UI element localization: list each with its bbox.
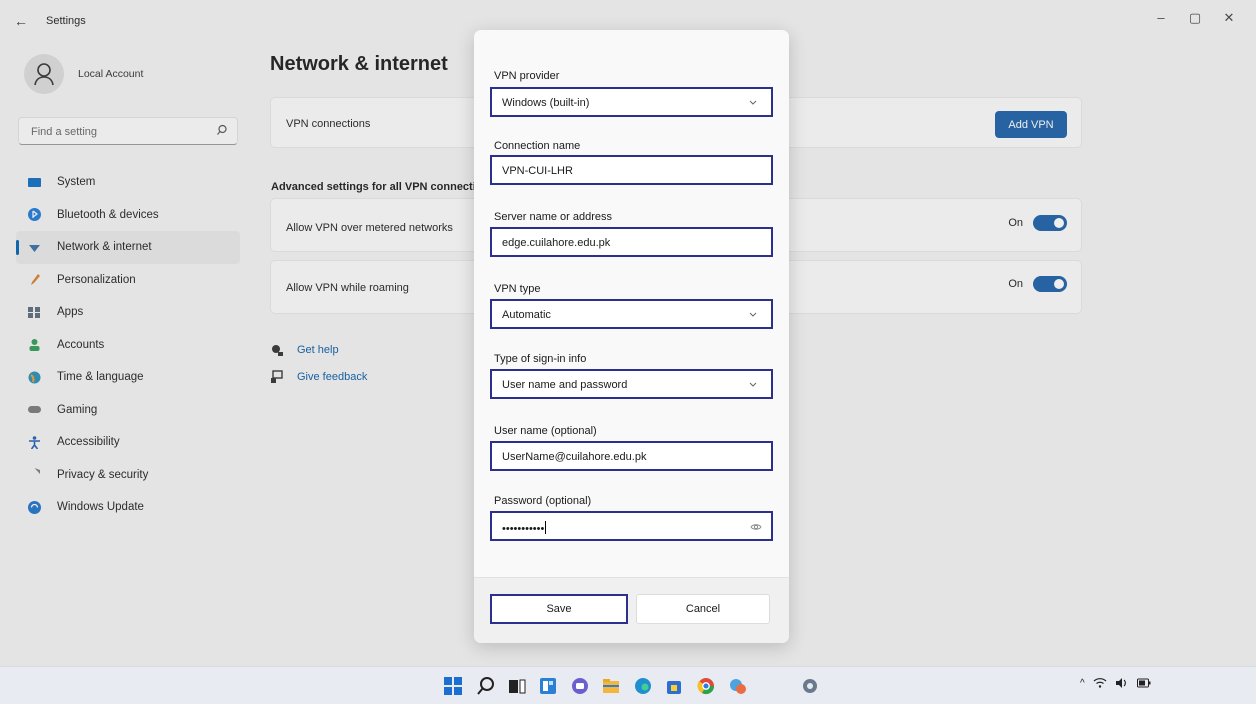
file-explorer-icon[interactable] [601,676,621,696]
settings-icon[interactable] [800,676,820,696]
password-input[interactable]: ••••••••••• [490,511,773,541]
vpn-type-label: VPN type [494,283,541,295]
widgets-icon[interactable] [538,676,558,696]
cancel-button[interactable]: Cancel [636,594,770,624]
search-icon[interactable] [476,676,496,696]
start-icon[interactable] [443,676,463,696]
password-label: Password (optional) [494,495,592,507]
connection-name-value: VPN-CUI-LHR [502,165,573,177]
username-input[interactable]: UserName@cuilahore.edu.pk [490,441,773,471]
connection-name-label: Connection name [494,140,581,152]
store-icon[interactable] [664,676,684,696]
signin-type-label: Type of sign-in info [494,353,587,365]
tray-chevron[interactable]: ^ [1080,678,1085,689]
chevron-down-icon [749,100,757,105]
vpn-provider-value: Windows (built-in) [502,97,590,109]
chat-icon[interactable] [570,676,590,696]
add-vpn-dialog: VPN provider Windows (built-in) Connecti… [474,30,789,643]
edge-icon[interactable] [633,676,653,696]
server-value: edge.cuilahore.edu.pk [502,237,611,249]
dialog-footer: Save Cancel [474,577,789,643]
server-input[interactable]: edge.cuilahore.edu.pk [490,227,773,257]
app-icon[interactable] [728,676,748,696]
task-view-icon[interactable] [507,676,527,696]
volume-icon[interactable] [1115,677,1129,689]
chevron-down-icon [749,382,757,387]
signin-type-select[interactable]: User name and password [490,369,773,399]
password-value: ••••••••••• [502,521,547,535]
password-dots: ••••••••••• [502,523,545,535]
vpn-type-value: Automatic [502,309,551,321]
battery-icon[interactable] [1136,678,1151,688]
wifi-icon[interactable] [1093,677,1107,689]
save-button[interactable]: Save [490,594,628,624]
vpn-type-select[interactable]: Automatic [490,299,773,329]
eye-icon[interactable] [750,522,762,532]
username-label: User name (optional) [494,425,597,437]
vpn-provider-label: VPN provider [494,70,560,82]
chevron-down-icon [749,312,757,317]
text-caret [545,521,547,534]
connection-name-input[interactable]: VPN-CUI-LHR [490,155,773,185]
signin-type-value: User name and password [502,379,628,391]
server-label: Server name or address [494,211,612,223]
system-tray: ^ [1080,677,1151,689]
chrome-icon[interactable] [696,676,716,696]
username-value: UserName@cuilahore.edu.pk [502,451,647,463]
taskbar: ^ [0,666,1256,704]
vpn-provider-select[interactable]: Windows (built-in) [490,87,773,117]
